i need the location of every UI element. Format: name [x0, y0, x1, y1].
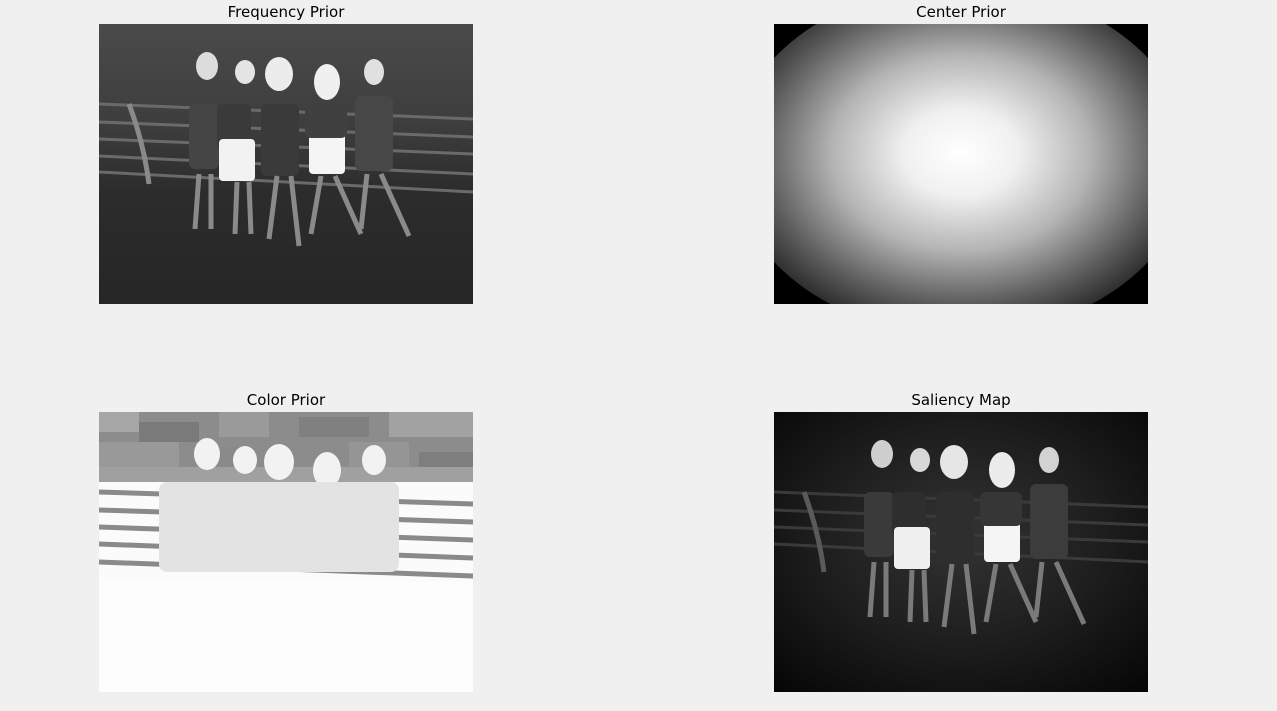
- color-prior-image: [99, 412, 473, 692]
- center-prior-title: Center Prior: [916, 3, 1006, 21]
- color-prior-title: Color Prior: [246, 391, 326, 409]
- saliency-map-title: Saliency Map: [911, 391, 1011, 409]
- color-prior-figure: [99, 412, 473, 692]
- saliency-map-figure: [774, 412, 1148, 692]
- color-prior-panel: Color Prior: [99, 388, 473, 692]
- saliency-map-panel: Saliency Map: [774, 388, 1148, 692]
- frequency-prior-title: Frequency Prior: [227, 3, 345, 21]
- frequency-prior-image: [99, 24, 473, 304]
- center-prior-image: [774, 24, 1148, 304]
- saliency-map-image: [774, 412, 1148, 692]
- frequency-prior-panel: Frequency Prior: [99, 0, 473, 304]
- center-prior-figure: [774, 24, 1148, 304]
- frequency-prior-figure: [99, 24, 473, 304]
- center-prior-panel: Center Prior: [774, 0, 1148, 304]
